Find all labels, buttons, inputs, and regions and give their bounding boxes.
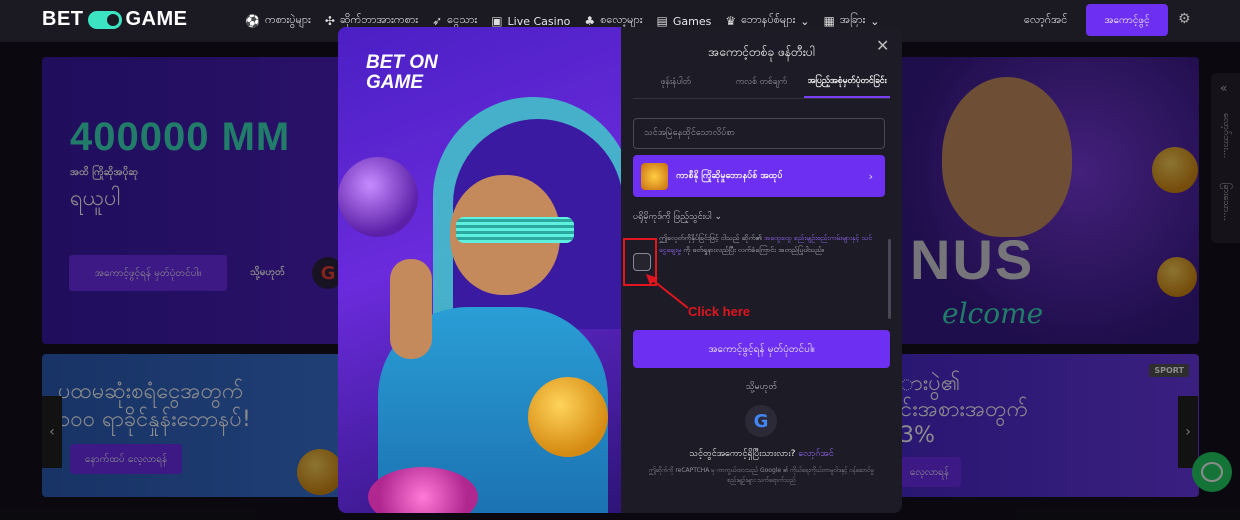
terms-checkbox[interactable] — [633, 253, 651, 271]
google-icon[interactable]: G — [745, 405, 777, 437]
nav-item-games[interactable]: ▤ Games — [657, 14, 712, 28]
modal-title: အကောင့်တစ်ခု ဖန်တီးပါ — [708, 45, 815, 59]
logo-text-right: GAME — [125, 8, 188, 30]
annotation-arrow-icon — [646, 274, 689, 309]
login-link[interactable]: လော့ဂ်အင် — [1024, 13, 1067, 29]
chevron-down-icon: ⌄ — [870, 14, 880, 28]
have-account-label: သင့်တွင်အကောင့်ရှိပြီးသားလား? — [689, 449, 796, 459]
party-glasses — [456, 217, 574, 243]
register-button[interactable]: အကောင့်ဖွင့် — [1086, 4, 1168, 36]
registration-tabs: ဖုန်းနံပါတ် ကလစ် တစ်ချက် အပြည့်အစုံမှတ်ပ… — [633, 67, 891, 99]
slots-icon: ♣ — [584, 14, 596, 28]
gamepad-icon: ✣ — [324, 14, 335, 28]
chevron-down-icon: ⌄ — [714, 212, 723, 222]
promo-code-toggle[interactable]: ပရိုမိုကုဒ်ကို ဖြည့်သွင်းပါ ⌄ — [633, 211, 722, 224]
registration-modal: အကောင့်တစ်ခု ဖန်တီးပါ ✕ ဖုန်းနံပါတ် ကလစ်… — [621, 27, 902, 513]
gear-icon[interactable]: ⚙ — [1178, 11, 1191, 27]
click-here-annotation: Click here — [688, 304, 751, 319]
have-account-text: သင့်တွင်အကောင့်ရှိပြီးသားလား? လော့ဂ်အင် — [621, 448, 902, 461]
chevron-down-icon: ⌄ — [800, 14, 810, 28]
modal-logo-line: BET ON — [366, 52, 438, 73]
close-icon[interactable]: ✕ — [876, 36, 889, 55]
rocket-icon: ➶ — [432, 14, 443, 28]
nav-label: Games — [672, 14, 712, 28]
bonus-selector[interactable]: ကာစီနို ကြိုဆိုမှုဘောနပ်စ် အထုပ် › — [633, 155, 885, 197]
nav-item-matches[interactable]: ⚽ ကစားပွဲများ — [245, 13, 311, 29]
site-logo[interactable]: BET GAME — [42, 8, 188, 31]
tab-full-registration[interactable]: အပြည့်အစုံမှတ်ပုံတင်ခြင်း — [804, 67, 891, 98]
soccer-ball-image — [338, 157, 418, 237]
tab-phone[interactable]: ဖုန်းနံပါတ် — [633, 67, 719, 98]
crown-icon: ♛ — [725, 14, 737, 28]
address-field[interactable]: သင်အမြဲနေထိုင်သောလိပ်စာ — [633, 118, 885, 149]
coin-icon — [528, 377, 608, 457]
modal-logo: BET ON GAME — [366, 53, 438, 93]
games-icon: ▤ — [656, 14, 668, 28]
bonus-label: ကာစီနို ကြိုဆိုမှုဘောနပ်စ် အထုပ် — [676, 170, 783, 181]
soccer-ball-icon: ⚽ — [245, 14, 260, 28]
cards-icon: ▣ — [491, 14, 503, 28]
terms-text-part: ကို ဖတ်ရှုနားလည်ပြီး လက်ခံကြောင်း အတည်ပြ… — [681, 246, 825, 254]
chevron-right-icon: › — [868, 169, 873, 183]
logo-toggle-icon — [87, 10, 122, 29]
promo-code-label: ပရိုမိုကုဒ်ကို ဖြည့်သွင်းပါ — [633, 212, 712, 222]
tab-one-click[interactable]: ကလစ် တစ်ချက် — [719, 67, 805, 98]
modal-promo-image: BET ON GAME — [338, 27, 621, 513]
nav-label: ကစားပွဲများ — [264, 13, 311, 26]
modal-logo-line: GAME — [366, 72, 423, 93]
or-divider: သို့မဟုတ် — [745, 382, 778, 392]
peace-hand — [390, 259, 432, 359]
nav-item-live-casino[interactable]: ▣ Live Casino — [491, 14, 570, 28]
logo-text-left: BET — [42, 8, 84, 30]
slots-bonus-icon — [641, 162, 668, 190]
terms-text-part: ဤခလုတ်ကိုနှိပ်ခြင်းဖြင့် ငါသည် ဆိုက်၏ — [659, 234, 764, 242]
grid-icon: ▦ — [823, 14, 835, 28]
register-submit-button[interactable]: အကောင့်ဖွင့်ရန် မှတ်ပုံတင်ပါ။ — [633, 330, 890, 368]
login-link[interactable]: လော့ဂ်အင် — [798, 449, 833, 459]
scrollbar[interactable] — [888, 239, 891, 319]
nav-label: Live Casino — [507, 14, 571, 28]
terms-text: ဤခလုတ်ကိုနှိပ်ခြင်းဖြင့် ငါသည် ဆိုက်၏ အထ… — [659, 232, 875, 256]
recaptcha-notice: ဤဆိုက်ကို reCAPTCHA မှ ကာကွယ်ထားသည် Goog… — [648, 467, 875, 484]
